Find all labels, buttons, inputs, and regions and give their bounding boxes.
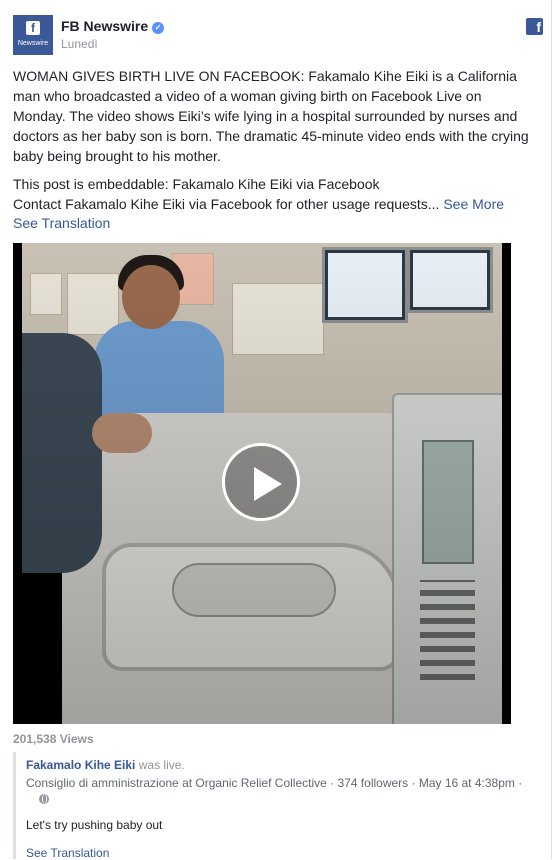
page-avatar[interactable]: f Newswire — [13, 15, 53, 55]
embedded-post: f Newswire FB Newswire ✓ Lunedì f WOMAN G… — [0, 0, 552, 860]
play-button[interactable] — [222, 443, 300, 521]
post-date[interactable]: Lunedì — [61, 37, 98, 51]
post-body: WOMAN GIVES BIRTH LIVE ON FACEBOOK: Faka… — [13, 66, 533, 214]
comment-meta: Consiglio di amministrazione at Organic … — [26, 776, 523, 790]
contact-line: Contact Fakamalo Kihe Eiki via Facebook … — [13, 194, 533, 214]
post-paragraph: WOMAN GIVES BIRTH LIVE ON FACEBOOK: Faka… — [13, 68, 529, 164]
contact-text: Contact Fakamalo Kihe Eiki via Facebook … — [13, 196, 440, 212]
play-icon — [254, 467, 282, 501]
embed-line: This post is embeddable: Fakamalo Kihe E… — [13, 176, 380, 192]
post-header: f Newswire FB Newswire ✓ Lunedì f — [13, 15, 543, 55]
see-more-link[interactable]: See More — [443, 196, 504, 212]
comment-author[interactable]: Fakamalo Kihe Eiki — [26, 758, 135, 772]
avatar-label: Newswire — [17, 40, 49, 47]
page-name-line: FB Newswire ✓ — [61, 18, 165, 34]
view-count: 201,538 Views — [13, 732, 94, 746]
live-comment: Fakamalo Kihe Eiki was live. Consiglio d… — [13, 752, 551, 860]
comment-see-translation-link[interactable]: See Translation — [26, 846, 109, 860]
video-player[interactable] — [13, 243, 511, 724]
see-translation-link[interactable]: See Translation — [13, 215, 110, 231]
globe-icon — [39, 794, 49, 804]
comment-text: Let's try pushing baby out — [26, 818, 163, 832]
facebook-f-icon: f — [26, 21, 40, 35]
page-name[interactable]: FB Newswire — [61, 18, 148, 34]
facebook-logo-icon[interactable]: f — [526, 18, 543, 35]
comment-author-line: Fakamalo Kihe Eiki was live. — [26, 758, 185, 772]
verified-badge-icon: ✓ — [152, 22, 165, 34]
comment-status: was live. — [138, 758, 185, 772]
